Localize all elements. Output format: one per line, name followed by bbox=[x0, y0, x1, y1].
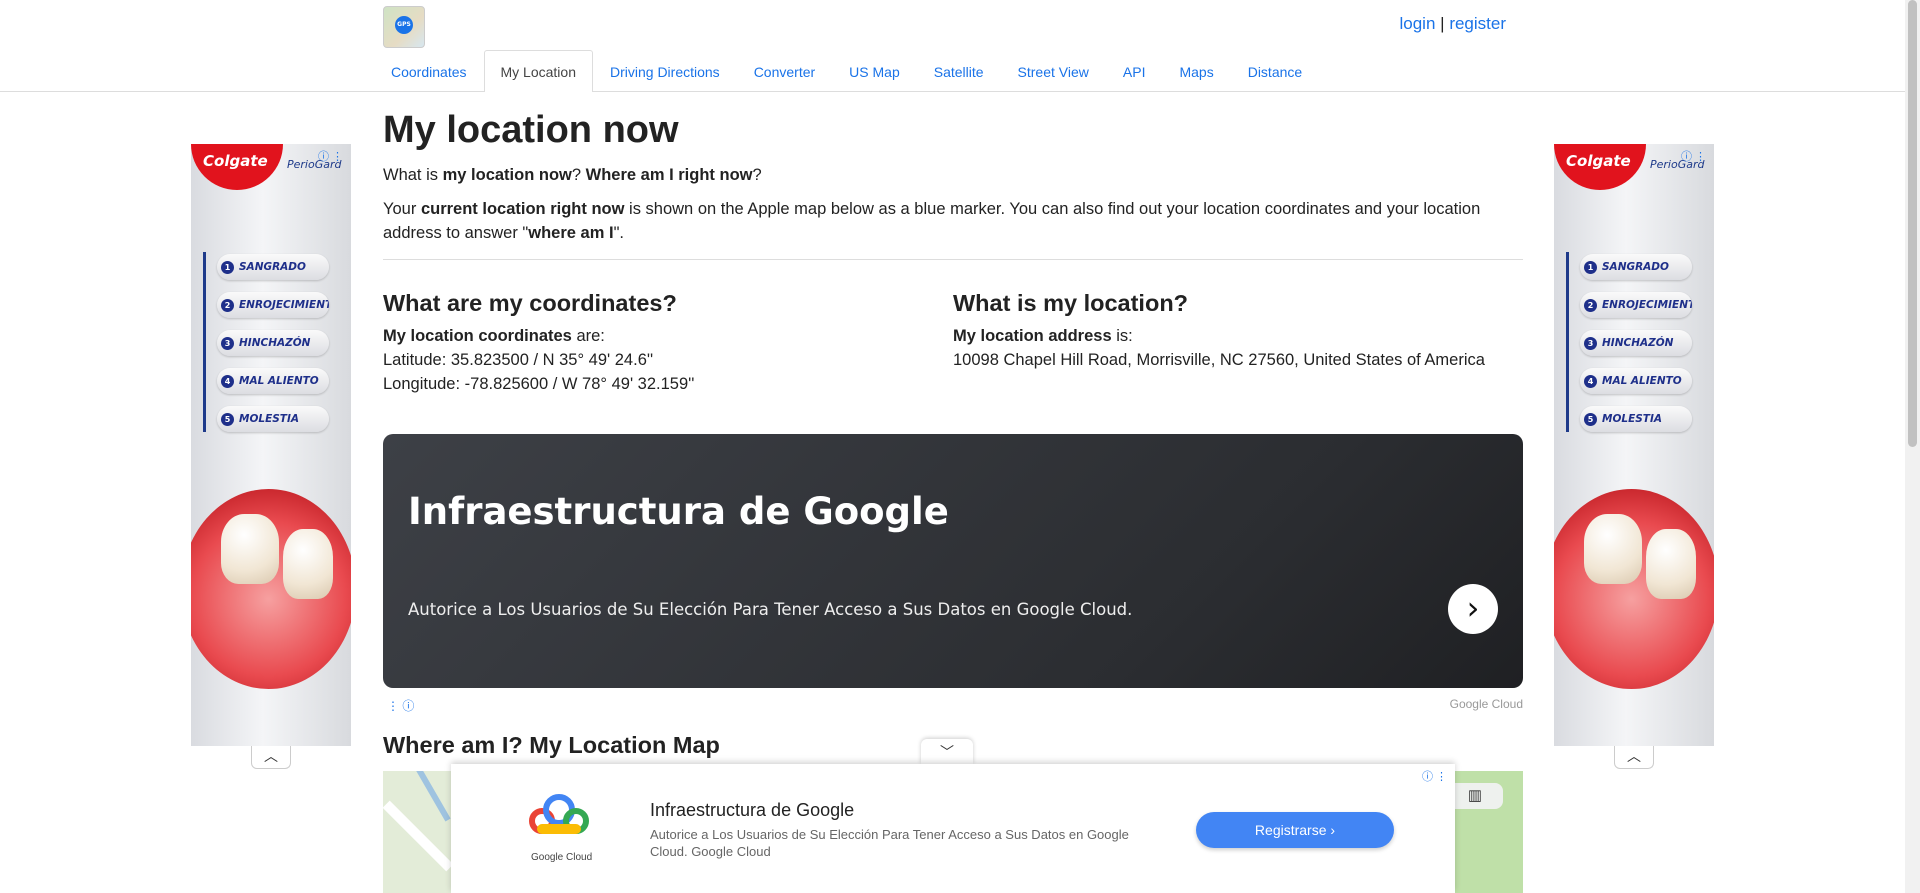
ad-description: Autorice a Los Usuarios de Su Elección P… bbox=[650, 827, 1129, 859]
tab-us-map[interactable]: US Map bbox=[832, 50, 917, 91]
symptom-item: 2ENROJECIMIENTO bbox=[217, 292, 329, 318]
coordinates-section: What are my coordinates? My location coo… bbox=[383, 288, 953, 396]
ad-footer: ⋮ ⓘ Google Cloud bbox=[383, 697, 1523, 713]
tab-coordinates[interactable]: Coordinates bbox=[374, 50, 484, 91]
location-heading: What is my location? bbox=[953, 290, 1189, 316]
ad-info-icon[interactable]: ⓘ ⋮ bbox=[1681, 148, 1706, 164]
ad-info-icon[interactable]: ⋮ ⓘ bbox=[387, 697, 414, 714]
map-type-icon[interactable]: ▥ bbox=[1447, 783, 1503, 809]
page-title: My location now bbox=[383, 109, 679, 151]
tab-maps[interactable]: Maps bbox=[1162, 50, 1230, 91]
nav-tabs: Coordinates My Location Driving Directio… bbox=[374, 50, 1319, 92]
bottom-anchor-ad[interactable]: ⓘ ⋮ Google Cloud Infraestructura de Goog… bbox=[451, 764, 1455, 893]
info-columns: What are my coordinates? My location coo… bbox=[383, 288, 1523, 396]
divider bbox=[383, 259, 1523, 260]
page-scrollbar[interactable] bbox=[1905, 0, 1920, 893]
google-cloud-logo-icon bbox=[529, 794, 589, 834]
tooth-illustration bbox=[283, 529, 333, 599]
ad-title: Infraestructura de Google bbox=[650, 800, 855, 820]
tooth-illustration bbox=[1646, 529, 1696, 599]
main-content: My location now What is my location now?… bbox=[383, 103, 1523, 396]
tooth-illustration bbox=[1584, 514, 1642, 584]
ad-description: Autorice a Los Usuarios de Su Elección P… bbox=[408, 600, 1133, 619]
list-bar bbox=[1566, 252, 1569, 432]
coordinates-label: My location coordinates are: bbox=[383, 327, 605, 345]
address-value: 10098 Chapel Hill Road, Morrisville, NC … bbox=[953, 351, 1485, 369]
latitude-value: Latitude: 35.823500 / N 35° 49' 24.6'' bbox=[383, 351, 654, 369]
tab-driving-directions[interactable]: Driving Directions bbox=[593, 50, 737, 91]
symptom-list: 1SANGRADO 2ENROJECIMIENTO 3HINCHAZÓN 4MA… bbox=[217, 254, 329, 444]
symptom-item: 2ENROJECIMIENTO bbox=[1580, 292, 1692, 318]
chevron-up-icon[interactable]: ︿ bbox=[251, 746, 291, 769]
symptom-item: 1 SANGRADO bbox=[1580, 254, 1692, 280]
symptom-item: 1 SANGRADO bbox=[217, 254, 329, 280]
location-label: My location address is: bbox=[953, 327, 1133, 345]
symptom-item: 4 MAL ALIENTO bbox=[1580, 368, 1692, 394]
tab-converter[interactable]: Converter bbox=[737, 50, 832, 91]
gps-pin-icon: GPS bbox=[395, 16, 413, 34]
symptom-item: 4 MAL ALIENTO bbox=[217, 368, 329, 394]
tab-my-location[interactable]: My Location bbox=[483, 50, 593, 92]
symptom-item: 5 MOLESTIA bbox=[1580, 406, 1692, 432]
scrollbar-thumb[interactable] bbox=[1908, 0, 1917, 447]
right-side-ad[interactable]: Colgate PerioGard ⓘ ⋮ 1 SANGRADO 2 ENROJEC… bbox=[1554, 144, 1714, 746]
ad-title: Infraestructura de Google bbox=[408, 490, 949, 533]
site-logo[interactable]: GPS bbox=[383, 6, 425, 48]
map-heading: Where am I? My Location Map bbox=[383, 732, 720, 758]
location-section: What is my location? My location address… bbox=[953, 288, 1523, 396]
symptom-item: 5 MOLESTIA bbox=[217, 406, 329, 432]
list-bar bbox=[203, 252, 206, 432]
tab-api[interactable]: API bbox=[1106, 50, 1163, 91]
register-link[interactable]: register bbox=[1449, 14, 1506, 33]
ad-logo-text: Google Cloud bbox=[531, 852, 593, 863]
register-cta-button[interactable]: Registrarse › bbox=[1196, 812, 1394, 848]
tooth-illustration bbox=[221, 514, 279, 584]
ad-info-icon[interactable]: ⓘ ⋮ bbox=[1422, 768, 1447, 784]
auth-links: login | register bbox=[1400, 14, 1507, 34]
ad-source: Google Cloud bbox=[1449, 697, 1523, 711]
tab-distance[interactable]: Distance bbox=[1231, 50, 1319, 91]
longitude-value: Longitude: -78.825600 / W 78° 49' 32.159… bbox=[383, 375, 695, 393]
arrow-right-icon[interactable]: › bbox=[1448, 584, 1498, 634]
tab-street-view[interactable]: Street View bbox=[1001, 50, 1106, 91]
map-road bbox=[415, 771, 451, 822]
symptom-list: 1SANGRADO 2ENROJECIMIENTO 3HINCHAZÓN 4MA… bbox=[1580, 254, 1692, 444]
chevron-up-icon[interactable]: ︿ bbox=[1614, 746, 1654, 769]
left-side-ad[interactable]: Colgate PerioGard ⓘ ⋮ 1 SANGRADO 2 ENROJEC… bbox=[191, 144, 351, 746]
google-cloud-banner-ad[interactable]: Infraestructura de Google Autorice a Los… bbox=[383, 434, 1523, 688]
question-line: What is my location now? Where am I righ… bbox=[383, 166, 762, 184]
coordinates-heading: What are my coordinates? bbox=[383, 290, 677, 316]
symptom-item: 3 HINCHAZÓN bbox=[217, 330, 329, 356]
ad-info-icon[interactable]: ⓘ ⋮ bbox=[318, 148, 343, 164]
tab-satellite[interactable]: Satellite bbox=[917, 50, 1001, 91]
ad-brand: Colgate bbox=[203, 152, 268, 170]
site-header: GPS login | register Coordinates My Loca… bbox=[0, 0, 1905, 92]
intro-paragraph: Your current location right now is shown… bbox=[383, 200, 1481, 242]
login-link[interactable]: login bbox=[1400, 14, 1436, 33]
symptom-item: 3 HINCHAZÓN bbox=[1580, 330, 1692, 356]
chevron-down-icon[interactable]: ﹀ bbox=[921, 739, 973, 764]
ad-brand: Colgate bbox=[1566, 152, 1631, 170]
auth-separator: | bbox=[1440, 14, 1445, 33]
